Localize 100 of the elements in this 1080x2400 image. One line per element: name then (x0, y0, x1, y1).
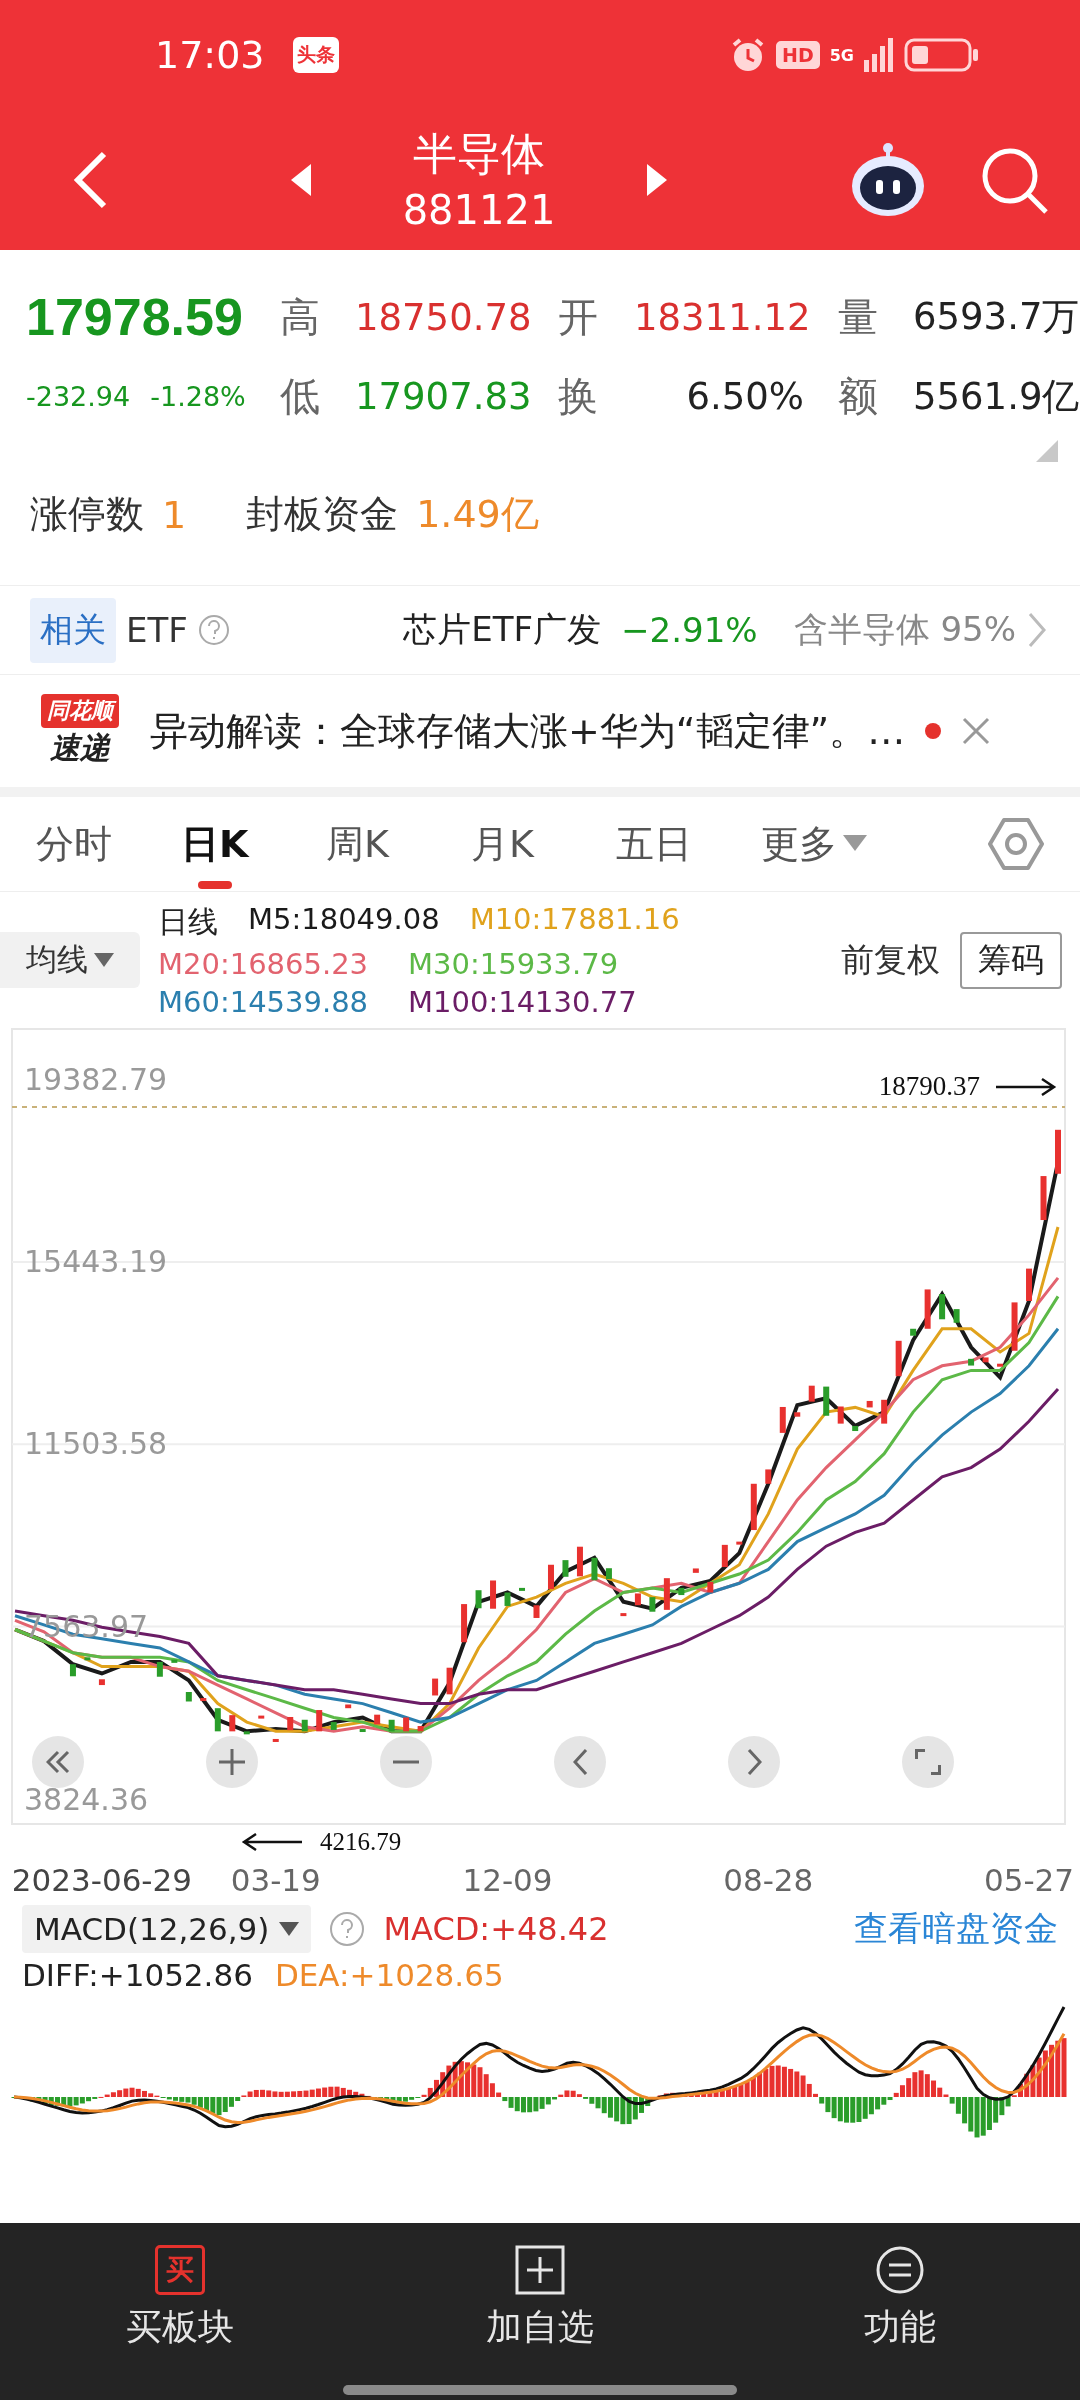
candle (504, 1592, 511, 1606)
candle (519, 1587, 525, 1591)
axis-label: 19382.79 (24, 1061, 168, 1097)
axis-label: 03-19 (230, 1862, 321, 1893)
low-price-marker: 4216.79 (320, 1828, 402, 1856)
last-price: 17978.59 (26, 287, 243, 348)
dark-pool-link[interactable]: 查看暗盘资金 (854, 1906, 1058, 1952)
caret-down-icon (279, 1922, 300, 1936)
candle (98, 1679, 105, 1686)
rewind-button[interactable] (32, 1736, 84, 1788)
candle (243, 1731, 250, 1735)
limit-up-label: 涨停数 (30, 491, 144, 538)
candle (1055, 1129, 1061, 1174)
arrow-right-icon (996, 1076, 1058, 1097)
axis-label: 2023-06-29 (11, 1862, 192, 1893)
related-tag: 相关 (30, 597, 116, 663)
candle (765, 1469, 772, 1484)
candle (69, 1664, 76, 1677)
logo-title: 同花顺 (41, 693, 119, 728)
stat-label: 换 (557, 372, 599, 421)
candle (794, 1412, 801, 1417)
moving-average-value: M60:14539.88 (158, 984, 369, 1019)
candle (345, 1704, 352, 1709)
candle (272, 1738, 279, 1742)
settings-icon[interactable] (988, 816, 1044, 872)
toolbar-button[interactable]: 加自选 (360, 2243, 720, 2353)
candle (620, 1613, 627, 1617)
axis-label: 08-28 (723, 1862, 814, 1893)
candle (808, 1385, 815, 1402)
zoom-out-button[interactable] (380, 1736, 432, 1788)
limit-up-count: 1 (162, 492, 187, 537)
toolbar-button[interactable]: 功能 (720, 2243, 1080, 2353)
candle (316, 1710, 323, 1732)
candle (968, 1358, 975, 1366)
zoom-in-button[interactable] (206, 1736, 258, 1788)
candle (388, 1719, 395, 1732)
tab[interactable]: 分时 (36, 797, 112, 891)
etf-change: −2.91% (621, 610, 758, 650)
help-icon[interactable] (197, 614, 230, 646)
candle (490, 1580, 497, 1609)
arrow-left-icon (240, 1832, 302, 1852)
tab[interactable]: 日K (181, 797, 249, 891)
fullscreen-button[interactable] (902, 1736, 954, 1788)
candle (576, 1546, 583, 1577)
candle (736, 1541, 743, 1545)
tab[interactable]: 月K (471, 797, 534, 891)
news-headline[interactable]: 异动解读：全球存储大涨+华为“韬定律”。… (150, 705, 906, 757)
candle (417, 1726, 424, 1732)
chips-button[interactable]: 筹码 (960, 931, 1062, 989)
etf-holding: 含半导体 95% (793, 608, 1016, 651)
axis-label: 12-09 (462, 1862, 553, 1893)
candle (939, 1294, 946, 1320)
candle (374, 1714, 381, 1725)
stock-code: 881121 (402, 186, 556, 235)
axis-label: 05-27 (984, 1862, 1075, 1893)
menu-icon (875, 2244, 925, 2295)
buy-icon: 买 (155, 2244, 205, 2295)
ma-selector[interactable]: 均线 (0, 932, 140, 988)
candle (982, 1357, 989, 1363)
candle (852, 1425, 859, 1432)
signal-icon (864, 38, 894, 72)
scroll-left-button[interactable] (554, 1736, 606, 1788)
price-adjust-label[interactable]: 前复权 (841, 937, 940, 983)
candle (301, 1719, 308, 1732)
candle (779, 1406, 786, 1433)
candle (200, 1698, 207, 1701)
fullscreen-icon (915, 1749, 941, 1775)
axis-label: 15443.19 (24, 1244, 168, 1279)
scroll-right-button[interactable] (728, 1736, 780, 1788)
candle (1011, 1302, 1018, 1351)
tab[interactable]: 周K (326, 797, 389, 891)
macd-value: MACD:+48.42 (383, 1910, 609, 1948)
indicator-selector[interactable]: MACD(12,26,9) (22, 1905, 312, 1953)
close-icon[interactable] (961, 716, 992, 746)
candle (750, 1483, 757, 1531)
toolbar-button[interactable]: 买 买板块 (0, 2243, 360, 2353)
candle (924, 1289, 931, 1329)
candle (707, 1581, 714, 1593)
moving-average-value: M10:17881.16 (469, 901, 680, 938)
stat-value: 17907.83 (354, 375, 533, 418)
percent-change: -1.28% (150, 381, 246, 412)
diff-value: DIFF:+1052.86 (22, 1957, 253, 1993)
tab[interactable]: 五日 (616, 797, 692, 891)
candle (171, 1659, 178, 1663)
network-label: 5G (829, 45, 854, 65)
candle (634, 1593, 641, 1606)
candle (866, 1400, 873, 1408)
etf-name[interactable]: 芯片ETF广发 (403, 607, 602, 653)
help-icon[interactable] (329, 1911, 366, 1947)
candle (548, 1564, 554, 1590)
candle (185, 1692, 192, 1702)
caret-down-icon (94, 953, 114, 967)
candle (1026, 1268, 1033, 1301)
candle (910, 1328, 917, 1336)
candle (156, 1661, 163, 1677)
minus-icon (393, 1760, 419, 1764)
battery-icon (904, 37, 980, 73)
tab[interactable]: 更多 (761, 797, 867, 891)
logo-subtitle: 速递 (50, 728, 110, 767)
candle (214, 1708, 221, 1732)
